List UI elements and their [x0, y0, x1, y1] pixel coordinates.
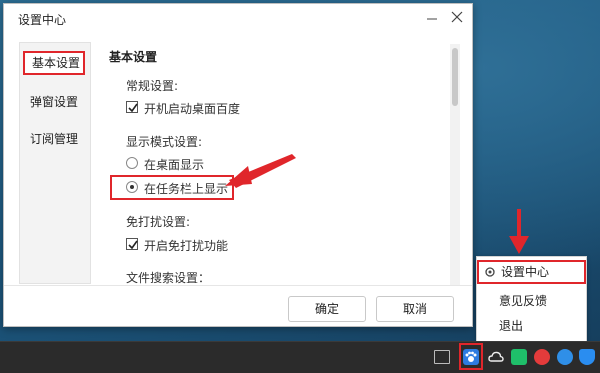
autostart-checkbox[interactable]	[126, 101, 138, 113]
dialog-titlebar: 设置中心	[4, 4, 472, 32]
taskbar	[0, 341, 600, 373]
section-title: 基本设置	[109, 50, 158, 64]
menu-item-label: 意见反馈	[499, 294, 548, 308]
minimize-icon	[427, 18, 437, 20]
sidebar-item-label: 订阅管理	[30, 132, 79, 146]
checkmark-icon	[128, 240, 138, 250]
settings-content: 基本设置 常规设置: 开机启动桌面百度 显示模式设置: 在桌面显示 在任务栏上显…	[106, 44, 451, 286]
autostart-label[interactable]: 开机启动桌面百度	[144, 100, 240, 117]
dnd-checkbox[interactable]	[126, 238, 138, 250]
keyboard-icon[interactable]	[434, 350, 450, 364]
radio-selected-dot	[130, 185, 134, 189]
general-settings-heading: 常规设置:	[126, 79, 179, 93]
blue-app-icon[interactable]	[557, 349, 573, 365]
display-mode-heading: 显示模式设置:	[126, 135, 203, 149]
sidebar-item-basic[interactable]: 基本设置	[23, 51, 85, 75]
footer-divider	[4, 285, 472, 286]
gear-icon	[485, 267, 495, 277]
scrollbar-thumb[interactable]	[452, 48, 458, 106]
menu-item-exit[interactable]: 退出	[477, 314, 586, 338]
sidebar-item-popup[interactable]: 弹窗设置	[23, 90, 85, 114]
cancel-button[interactable]: 取消	[376, 296, 454, 322]
sidebar-item-subscriptions[interactable]: 订阅管理	[23, 127, 85, 151]
radio-desktop-display-label[interactable]: 在桌面显示	[144, 156, 204, 173]
dialog-title: 设置中心	[18, 13, 67, 27]
close-button[interactable]	[445, 8, 469, 28]
file-search-heading: 文件搜索设置：	[126, 271, 211, 285]
cloud-icon[interactable]	[488, 349, 504, 365]
menu-item-feedback[interactable]: 意见反馈	[477, 289, 586, 313]
menu-item-label: 退出	[499, 319, 524, 333]
close-icon	[451, 11, 463, 23]
sidebar-item-label: 基本设置	[32, 56, 81, 70]
checkmark-icon	[128, 103, 138, 113]
red-app-icon[interactable]	[534, 349, 550, 365]
settings-sidebar: 基本设置 弹窗设置 订阅管理	[19, 42, 91, 284]
dnd-heading: 免打扰设置:	[126, 215, 191, 229]
sidebar-item-label: 弹窗设置	[30, 95, 79, 109]
baidu-paw-icon[interactable]	[463, 349, 479, 365]
ok-button[interactable]: 确定	[288, 296, 366, 322]
radio-taskbar-display-label[interactable]: 在任务栏上显示	[144, 180, 228, 197]
content-scrollbar[interactable]	[450, 44, 460, 286]
radio-taskbar-display[interactable]	[126, 181, 138, 193]
tray-context-menu: 设置中心 意见反馈 退出	[476, 256, 587, 342]
radio-desktop-display[interactable]	[126, 157, 138, 169]
green-app-icon[interactable]	[511, 349, 527, 365]
dnd-label[interactable]: 开启免打扰功能	[144, 237, 228, 254]
menu-item-settings[interactable]: 设置中心	[477, 260, 586, 284]
shield-icon[interactable]	[579, 349, 595, 365]
menu-item-label: 设置中心	[501, 265, 550, 279]
settings-dialog: 设置中心 基本设置 弹窗设置 订阅管理 基本设置 常规设置: 开机启动桌面百度 …	[3, 3, 473, 327]
minimize-button[interactable]	[420, 8, 444, 28]
